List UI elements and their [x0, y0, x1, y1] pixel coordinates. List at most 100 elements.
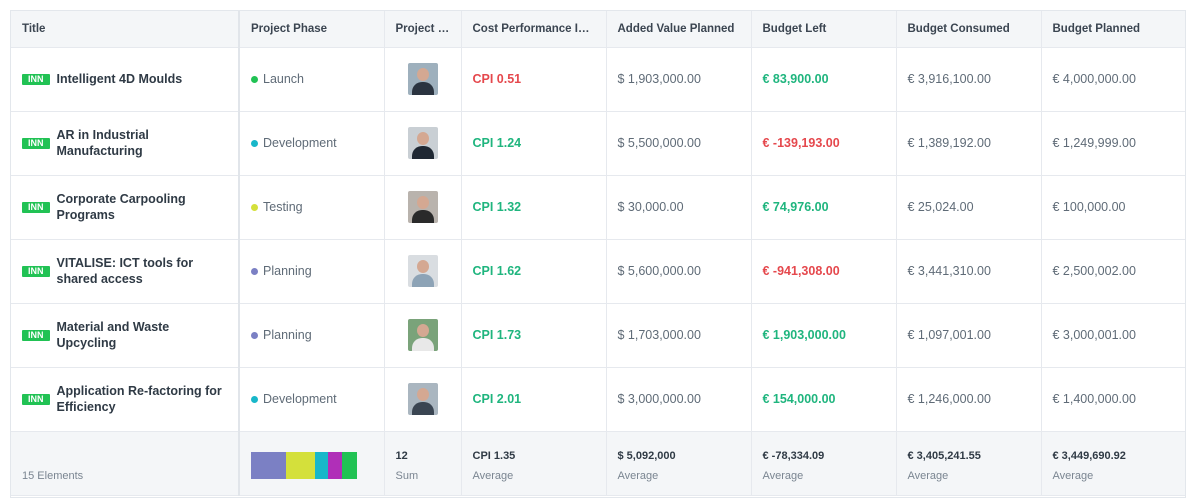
- project-manager-cell[interactable]: [384, 239, 462, 304]
- phase-cell[interactable]: Launch: [239, 47, 385, 112]
- column-header-title[interactable]: Title: [11, 11, 240, 48]
- budget-left-cell[interactable]: € 1,903,000.00: [751, 303, 897, 368]
- budget-planned-cell[interactable]: € 3,000,001.00: [1041, 303, 1185, 368]
- table-row[interactable]: INN Corporate Carpooling Programs Testing C…: [11, 175, 1185, 240]
- budget-consumed-cell[interactable]: € 1,389,192.00: [896, 111, 1042, 176]
- avatar[interactable]: [407, 319, 438, 351]
- title-cell[interactable]: INN Intelligent 4D Moulds: [11, 47, 240, 112]
- summary-label: Average: [762, 470, 804, 482]
- phase-bar-segment[interactable]: [328, 451, 343, 479]
- title-cell[interactable]: INN Corporate Carpooling Programs: [11, 175, 240, 240]
- header-row: Title Project Phase Project M... Cost Pe…: [11, 11, 1185, 48]
- added-value-cell[interactable]: $ 5,500,000.00: [606, 111, 752, 176]
- added-value-cell[interactable]: $ 30,000.00: [606, 175, 752, 240]
- avatar[interactable]: [407, 255, 438, 287]
- budget-consumed-value: € 25,024.00: [907, 200, 974, 214]
- project-title[interactable]: Material and Waste Upcycling: [57, 319, 228, 351]
- summary-pm-cell: 12 Sum: [384, 431, 462, 496]
- project-title[interactable]: Application Re-factoring for Efficiency: [57, 383, 228, 415]
- budget-planned-cell[interactable]: € 1,400,000.00: [1041, 367, 1185, 432]
- cpi-cell[interactable]: CPI 1.73: [461, 303, 607, 368]
- budget-planned-cell[interactable]: € 1,249,999.00: [1041, 111, 1185, 176]
- added-value-cell[interactable]: $ 3,000,000.00: [606, 367, 752, 432]
- budget-left-cell[interactable]: € 83,900.00: [751, 47, 897, 112]
- budget-planned-cell[interactable]: € 4,000,000.00: [1041, 47, 1185, 112]
- column-header-added-value-planned[interactable]: Added Value Planned: [606, 11, 752, 48]
- project-title[interactable]: AR in Industrial Manufacturing: [57, 127, 228, 159]
- phase-cell[interactable]: Testing: [239, 175, 385, 240]
- title-cell[interactable]: INN Application Re-factoring for Efficien…: [11, 367, 240, 432]
- project-manager-cell[interactable]: [384, 111, 462, 176]
- budget-consumed-cell[interactable]: € 3,441,310.00: [896, 239, 1042, 304]
- added-value-cell[interactable]: $ 1,703,000.00: [606, 303, 752, 368]
- phase-bar-segment[interactable]: [314, 451, 329, 479]
- phase-cell[interactable]: Development: [239, 367, 385, 432]
- cpi-cell[interactable]: CPI 2.01: [461, 367, 607, 432]
- cpi-value: CPI 1.73: [472, 328, 522, 342]
- budget-left-cell[interactable]: € -139,193.00: [751, 111, 897, 176]
- budget-consumed-cell[interactable]: € 1,246,000.00: [896, 367, 1042, 432]
- phase-cell[interactable]: Planning: [239, 239, 385, 304]
- avatar[interactable]: [407, 63, 438, 95]
- budget-consumed-cell[interactable]: € 1,097,001.00: [896, 303, 1042, 368]
- budget-consumed-value: € 3,916,100.00: [907, 72, 991, 86]
- title-cell[interactable]: INN VITALISE: ICT tools for shared access: [11, 239, 240, 304]
- avatar-head: [416, 196, 429, 209]
- phase-dot-icon: [251, 139, 258, 147]
- title-cell[interactable]: INN Material and Waste Upcycling: [11, 303, 240, 368]
- summary-value: $ 5,092,000: [617, 450, 676, 462]
- project-manager-cell[interactable]: [384, 175, 462, 240]
- cpi-cell[interactable]: CPI 1.24: [461, 111, 607, 176]
- phase-bar-segment[interactable]: [251, 451, 286, 479]
- avatar[interactable]: [407, 383, 438, 415]
- phase-distribution-bar[interactable]: [251, 451, 357, 479]
- avatar[interactable]: [407, 191, 438, 223]
- avatar[interactable]: [407, 127, 438, 159]
- budget-left-cell[interactable]: € -941,308.00: [751, 239, 897, 304]
- column-header-budget-consumed[interactable]: Budget Consumed: [896, 11, 1042, 48]
- summary-value: € 3,449,690.92: [1052, 450, 1126, 462]
- table-body: INN Intelligent 4D Moulds Launch CPI 0.51 $ …: [11, 47, 1185, 432]
- sort-icon[interactable]: ⇅: [598, 23, 605, 35]
- budget-planned-cell[interactable]: € 2,500,002.00: [1041, 239, 1185, 304]
- budget-left-cell[interactable]: € 154,000.00: [751, 367, 897, 432]
- project-title[interactable]: Intelligent 4D Moulds: [57, 71, 183, 87]
- phase-dot-icon: [251, 395, 258, 403]
- phase-label: Testing: [263, 200, 303, 214]
- project-manager-cell[interactable]: [384, 303, 462, 368]
- added-value-cell[interactable]: $ 1,903,000.00: [606, 47, 752, 112]
- budget-planned-cell[interactable]: € 100,000.00: [1041, 175, 1185, 240]
- table-row[interactable]: INN VITALISE: ICT tools for shared access…: [11, 239, 1185, 304]
- summary-cpi-cell: CPI 1.35 Average: [461, 431, 607, 496]
- project-title[interactable]: Corporate Carpooling Programs: [57, 191, 228, 223]
- table-row[interactable]: INN Material and Waste Upcycling Planning C…: [11, 303, 1185, 368]
- column-header-label: Project Phase: [251, 22, 328, 35]
- phase-bar-segment[interactable]: [285, 451, 315, 479]
- project-manager-cell[interactable]: [384, 367, 462, 432]
- budget-left-cell[interactable]: € 74,976.00: [751, 175, 897, 240]
- table-row[interactable]: INN AR in Industrial Manufacturing Develop…: [11, 111, 1185, 176]
- column-header-budget-planned[interactable]: Budget Planned: [1041, 11, 1185, 48]
- phase-dot-icon: [251, 331, 258, 339]
- title-cell[interactable]: INN AR in Industrial Manufacturing: [11, 111, 240, 176]
- budget-consumed-cell[interactable]: € 3,916,100.00: [896, 47, 1042, 112]
- budget-consumed-cell[interactable]: € 25,024.00: [896, 175, 1042, 240]
- table-row[interactable]: INN Application Re-factoring for Efficien…: [11, 367, 1185, 432]
- summary-label: Average: [1052, 470, 1094, 482]
- project-title[interactable]: VITALISE: ICT tools for shared access: [57, 255, 228, 287]
- phase-cell[interactable]: Development: [239, 111, 385, 176]
- phase-bar-segment[interactable]: [342, 451, 357, 479]
- column-header-budget-left[interactable]: Budget Left: [751, 11, 897, 48]
- column-header-cpi[interactable]: Cost Performance In... ⇅: [461, 11, 607, 48]
- column-header-project-manager[interactable]: Project M...: [384, 11, 462, 48]
- cpi-cell[interactable]: CPI 1.62: [461, 239, 607, 304]
- cpi-cell[interactable]: CPI 1.32: [461, 175, 607, 240]
- added-value-cell[interactable]: $ 5,600,000.00: [606, 239, 752, 304]
- column-header-label: Added Value Planned: [617, 22, 735, 35]
- table-row[interactable]: INN Intelligent 4D Moulds Launch CPI 0.51 $ …: [11, 47, 1185, 112]
- project-manager-cell[interactable]: [384, 47, 462, 112]
- cpi-cell[interactable]: CPI 0.51: [461, 47, 607, 112]
- phase-cell[interactable]: Planning: [239, 303, 385, 368]
- column-header-project-phase[interactable]: Project Phase: [239, 11, 385, 48]
- budget-left-value: € 83,900.00: [762, 72, 829, 86]
